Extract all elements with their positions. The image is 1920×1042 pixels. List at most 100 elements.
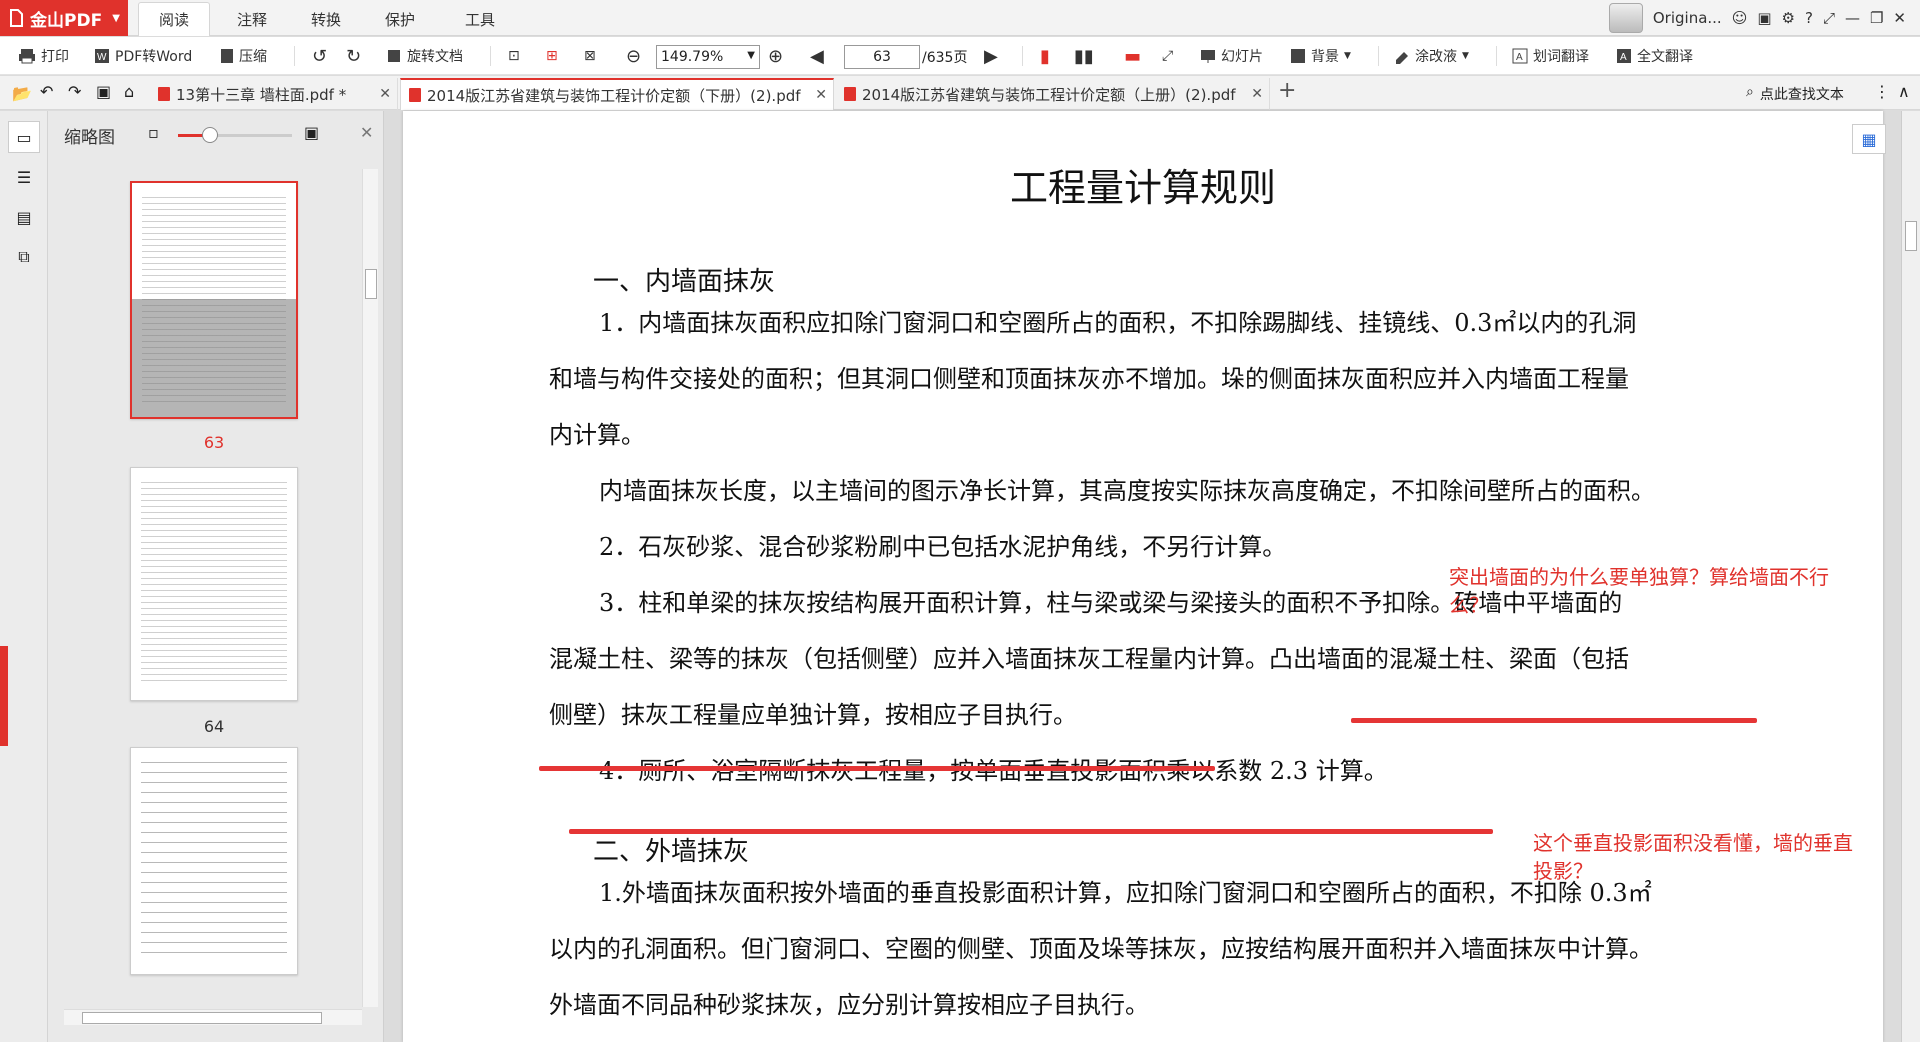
previous-page-button[interactable]: ◀ — [810, 37, 824, 75]
close-icon[interactable]: ✕ — [1893, 9, 1906, 27]
tool-icon: ▦ — [1861, 129, 1877, 149]
two-page-button[interactable]: ▮▮ — [1074, 37, 1094, 75]
page-thumbnail[interactable] — [130, 747, 298, 975]
fullscreen-icon[interactable]: ⤢ — [1823, 9, 1835, 27]
thumbnail-size-slider[interactable] — [178, 127, 292, 143]
pdf-to-word-button[interactable]: W PDF转Word — [94, 37, 192, 75]
fullscreen-button[interactable]: ⤢ — [1162, 37, 1173, 75]
panel-title: 缩略图 — [64, 128, 115, 148]
compress-button[interactable]: 压缩 — [220, 37, 267, 75]
app-logo-icon — [8, 9, 24, 27]
account-icon[interactable]: ☺ — [1732, 9, 1748, 27]
fit-page-icon: ⊞ — [546, 48, 558, 64]
text-line: 外墙面不同品种砂浆抹灰，应分别计算按相应子目执行。 — [549, 991, 1149, 1019]
correction-fluid-button[interactable]: 涂改液 ▼ — [1394, 37, 1469, 75]
slideshow-button[interactable]: 幻灯片 — [1200, 37, 1263, 75]
underline-annotation[interactable] — [569, 829, 1493, 834]
rotate-left-button[interactable]: ↺ — [312, 37, 327, 75]
fit-width-button[interactable]: ⊠ — [584, 37, 596, 75]
zoom-in-button[interactable]: ⊕ — [768, 37, 783, 75]
pdf-file-icon — [409, 88, 421, 102]
document-vertical-scrollbar[interactable] — [1901, 111, 1920, 1042]
rotate-right-button[interactable]: ↻ — [346, 37, 361, 75]
more-icon[interactable]: ⋮ — [1874, 82, 1890, 101]
page-total: /635页 — [922, 50, 968, 66]
continuous-icon: ▬ — [1124, 45, 1142, 67]
word-icon: W — [94, 48, 110, 64]
next-page-button[interactable]: ▶ — [984, 37, 998, 75]
help-icon[interactable]: ? — [1805, 9, 1813, 27]
app-menu-button[interactable]: 金山PDF ▼ — [0, 0, 128, 36]
two-page-icon: ▮▮ — [1074, 45, 1094, 67]
full-translate-button[interactable]: A 全文翻译 — [1616, 37, 1693, 75]
gear-icon[interactable]: ⚙ — [1782, 9, 1795, 27]
close-tab-icon[interactable]: ✕ — [1251, 86, 1263, 102]
thumbnail-vertical-scrollbar[interactable] — [362, 169, 378, 1007]
continuous-button[interactable]: ▬ — [1124, 37, 1141, 75]
restore-icon[interactable]: ❐ — [1870, 9, 1883, 27]
rotate-document-button[interactable]: 旋转文档 — [386, 37, 463, 75]
home-icon[interactable]: ⌂ — [124, 82, 134, 101]
attachments-rail-button[interactable]: ⧉ — [8, 241, 40, 273]
fit-page-button[interactable]: ⊞ — [546, 37, 558, 75]
page-thumbnail[interactable] — [130, 181, 298, 419]
tab-convert[interactable]: 转换 — [294, 2, 358, 36]
tab-read[interactable]: 阅读 — [138, 2, 210, 36]
thumbnail-panel: 缩略图 ▫ ▣ ✕ 63 64 — [48, 111, 384, 1042]
thumbnail-label: 64 — [203, 717, 225, 736]
zoom-select[interactable]: 149.79% ▼ — [656, 45, 760, 69]
collapse-icon[interactable]: ∧ — [1898, 82, 1910, 101]
zoom-out-icon: ⊖ — [626, 45, 642, 67]
message-icon[interactable]: ▣ — [1757, 9, 1771, 27]
undo-icon[interactable]: ↶ — [40, 82, 53, 101]
doc-tab-2[interactable]: 2014版江苏省建筑与装饰工程计价定额（下册）(2).pdf ✕ — [400, 78, 834, 110]
underline-annotation[interactable] — [1351, 718, 1757, 723]
document-viewport[interactable]: 工程量计算规则 一、内墙面抹灰 1．内墙面抹灰面积应扣除门窗洞口和空圈所占的面积… — [385, 111, 1901, 1042]
avatar[interactable] — [1608, 3, 1643, 33]
comments-rail-button[interactable]: ▤ — [8, 201, 40, 233]
fit-width-icon: ⊠ — [584, 48, 596, 64]
doc-tab-3[interactable]: 2014版江苏省建筑与装饰工程计价定额（上册）(2).pdf ✕ — [836, 78, 1270, 110]
text-line: 内墙面抹灰长度，以主墙间的图示净长计算，其高度按实际抹灰高度确定，不扣除间壁所占… — [599, 477, 1655, 505]
redo-icon[interactable]: ↷ — [68, 82, 81, 101]
arrow-right-icon: ▶ — [984, 45, 998, 67]
underline-annotation[interactable] — [539, 766, 1215, 771]
background-button[interactable]: 背景 ▼ — [1290, 37, 1351, 75]
pdf-page[interactable]: 工程量计算规则 一、内墙面抹灰 1．内墙面抹灰面积应扣除门窗洞口和空圈所占的面积… — [403, 111, 1883, 1042]
tab-protect[interactable]: 保护 — [368, 2, 432, 36]
print-button[interactable]: 打印 — [18, 37, 69, 75]
panel-toggle-handle[interactable] — [0, 646, 8, 746]
actual-size-button[interactable]: ⊡ — [508, 37, 520, 75]
tab-tools[interactable]: 工具 — [448, 2, 512, 36]
tab-annotate[interactable]: 注释 — [220, 2, 284, 36]
minimize-icon[interactable]: — — [1845, 9, 1860, 27]
floating-tool-button[interactable]: ▦ — [1852, 124, 1886, 154]
large-thumb-icon[interactable]: ▣ — [304, 123, 319, 142]
new-tab-button[interactable]: + — [1278, 78, 1296, 103]
search-box[interactable]: ⌕ 点此查找文本 — [1746, 84, 1844, 104]
actual-size-icon: ⊡ — [508, 48, 520, 64]
text-line: 4．厕所、浴室隔断抹灰工程量，按单面垂直投影面积乘以系数 2.3 计算。 — [599, 757, 1388, 785]
word-translate-button[interactable]: A 划词翻译 — [1512, 37, 1589, 75]
thumbnail-horizontal-scrollbar[interactable] — [64, 1009, 362, 1025]
open-folder-icon[interactable]: 📂 — [12, 84, 32, 103]
small-thumb-icon[interactable]: ▫ — [148, 123, 159, 142]
user-name[interactable]: Origina... — [1653, 9, 1722, 27]
close-tab-icon[interactable]: ✕ — [815, 87, 827, 103]
text-line: 和墙与构件交接处的面积；但其洞口侧壁和顶面抹灰亦不增加。垛的侧面抹灰面积应并入内… — [549, 365, 1629, 393]
translate-full-icon: A — [1616, 48, 1632, 64]
app-name: 金山PDF — [30, 10, 103, 31]
close-tab-icon[interactable]: ✕ — [379, 86, 391, 102]
zoom-out-button[interactable]: ⊖ — [626, 37, 641, 75]
outline-rail-button[interactable]: ☰ — [8, 161, 40, 193]
page-thumbnail[interactable] — [130, 467, 298, 701]
close-panel-icon[interactable]: ✕ — [360, 123, 373, 142]
text-note-annotation[interactable]: 这个垂直投影面积没看懂，墙的垂直 投影？ — [1533, 829, 1873, 885]
single-page-button[interactable]: ▮ — [1040, 37, 1050, 75]
save-icon[interactable]: ▣ — [96, 82, 111, 101]
text-note-annotation[interactable]: 突出墙面的为什么要单独算？算给墙面不行 么？ — [1449, 563, 1879, 619]
text-line: 以内的孔洞面积。但门窗洞口、空圈的侧壁、顶面及垛等抹灰，应按结构展开面积并入墙面… — [549, 935, 1653, 963]
page-number-input[interactable]: 63 — [844, 45, 920, 69]
doc-tab-1[interactable]: 13第十三章 墙柱面.pdf * ✕ — [150, 78, 398, 110]
thumbnail-rail-button[interactable]: ▭ — [8, 121, 40, 153]
